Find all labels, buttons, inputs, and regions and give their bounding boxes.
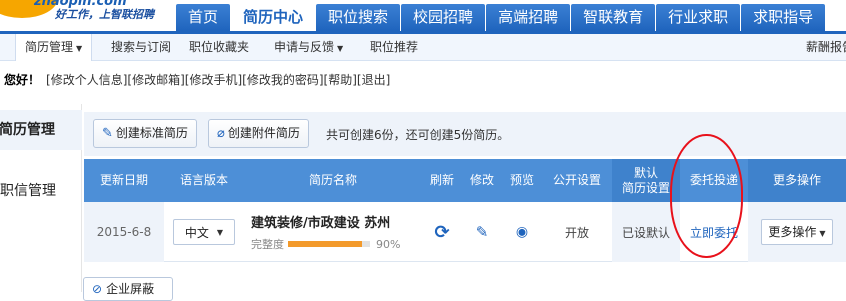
greeting: 您好！ — [4, 73, 41, 87]
cell-refresh: ⟳ — [422, 202, 462, 262]
language-select[interactable]: 中文 ▼ — [173, 219, 235, 245]
company-block-button[interactable]: ⊘ 企业屏蔽 — [83, 277, 173, 301]
main-nav-tabs: 首页 简历中心 职位搜索 校园招聘 高端招聘 智联教育 行业求职 求职指导 — [176, 4, 826, 31]
subnav-favorites[interactable]: 职位收藏夹 — [189, 34, 249, 60]
nav-tab-guidance[interactable]: 求职指导 — [741, 4, 826, 31]
link-help[interactable]: [帮助] — [324, 73, 357, 87]
sidebar-item-letters[interactable]: 职信管理 — [0, 180, 56, 200]
col-visibility: 公开设置 — [552, 173, 601, 187]
refresh-icon[interactable]: ⟳ — [434, 222, 449, 243]
more-actions-label: 更多操作 — [768, 225, 817, 239]
subnav-search-subscribe[interactable]: 搜索与订阅 — [111, 34, 171, 60]
col-more-actions: 更多操作 — [748, 159, 846, 202]
nav-tab-resume-center[interactable]: 简历中心 — [231, 4, 316, 31]
col-preview: 预览 — [509, 173, 534, 187]
link-edit-email[interactable]: [修改邮箱] — [127, 73, 184, 87]
logo-area: zhaopin.com 好工作，上智联招聘 — [0, 0, 178, 31]
pencil-icon: ✎ — [102, 126, 113, 141]
edit-icon[interactable]: ✎ — [476, 223, 489, 241]
nav-tab-high-end[interactable]: 高端招聘 — [486, 4, 571, 31]
left-sidebar: 简历管理 职信管理 — [0, 104, 82, 292]
nav-tab-education[interactable]: 智联教育 — [571, 4, 656, 31]
sub-navigation: 简历管理▼ 搜索与订阅 职位收藏夹 申请与反馈▼ 职位推荐 薪酬报告 — [0, 31, 846, 61]
chevron-down-icon: ▼ — [216, 227, 224, 237]
table-row: 2015-6-8 中文 ▼ 建筑装修/市政建设 苏州 完整度 90% ⟳ ✎ ◉ … — [84, 202, 846, 262]
create-attachment-resume-label: 创建附件简历 — [227, 126, 300, 140]
company-block-label: 企业屏蔽 — [106, 282, 155, 296]
cell-edit: ✎ — [462, 202, 502, 262]
more-actions-button[interactable]: 更多操作 ▼ — [761, 219, 833, 245]
nav-tab-campus[interactable]: 校园招聘 — [401, 4, 486, 31]
block-icon: ⊘ — [92, 282, 103, 296]
resume-table-header: 更新日期 语言版本 简历名称 刷新 修改 预览 公开设置 默认 简历设置 委托投… — [84, 159, 846, 202]
resume-quota-note: 共可创建6份，还可创建5份简历。 — [326, 128, 510, 142]
subnav-applications[interactable]: 申请与反馈 ▼ — [274, 34, 343, 60]
chevron-down-icon: ▼ — [337, 44, 344, 53]
create-standard-resume-label: 创建标准简历 — [115, 126, 188, 140]
link-edit-profile[interactable]: [修改个人信息] — [46, 73, 127, 87]
top-navigation: zhaopin.com 好工作，上智联招聘 首页 简历中心 职位搜索 校园招聘 … — [0, 0, 846, 31]
completeness-label: 完整度 — [251, 238, 284, 251]
slogan: 好工作，上智联招聘 — [55, 8, 154, 21]
col-edit: 修改 — [469, 173, 494, 187]
chevron-down-icon: ▼ — [819, 229, 826, 238]
user-links: 您好！ [修改个人信息][修改邮箱][修改手机][修改我的密码][帮助][退出] — [4, 71, 390, 89]
col-default-setting: 默认 简历设置 — [612, 159, 680, 202]
entrust-now-link[interactable]: 立即委托 — [680, 202, 748, 262]
action-bar: ✎ 创建标准简历 ⌀ 创建附件简历 共可创建6份，还可创建5份简历。 — [84, 112, 846, 156]
subnav-resume-manage[interactable]: 简历管理 ▼ — [15, 34, 93, 61]
completeness: 完整度 90% — [251, 236, 400, 252]
completeness-bar-fill — [288, 241, 362, 247]
subnav-recommend[interactable]: 职位推荐 — [370, 34, 418, 60]
cell-preview: ◉ — [502, 202, 542, 262]
chevron-down-icon: ▼ — [76, 44, 83, 53]
nav-tab-job-search[interactable]: 职位搜索 — [316, 4, 401, 31]
link-edit-password[interactable]: [修改我的密码] — [242, 73, 323, 87]
create-attachment-resume-button[interactable]: ⌀ 创建附件简历 — [208, 119, 309, 148]
cell-resume-name: 建筑装修/市政建设 苏州 完整度 90% — [244, 202, 422, 262]
col-entrust: 委托投递 — [689, 173, 738, 187]
cell-default-setting[interactable]: 已设默认 — [612, 202, 680, 262]
cell-visibility[interactable]: 开放 — [542, 202, 612, 262]
subnav-resume-manage-label: 简历管理 — [25, 40, 74, 54]
col-refresh: 刷新 — [429, 173, 454, 187]
link-edit-phone[interactable]: [修改手机] — [185, 73, 242, 87]
cell-language: 中文 ▼ — [164, 202, 244, 262]
language-select-value: 中文 — [184, 225, 209, 240]
cell-update-date: 2015-6-8 — [84, 202, 164, 262]
sidebar-item-resume-manage[interactable]: 简历管理 — [0, 110, 82, 150]
nav-tab-home[interactable]: 首页 — [176, 4, 231, 31]
cell-more-actions: 更多操作 ▼ — [748, 202, 846, 262]
subnav-applications-label: 申请与反馈 — [274, 40, 335, 54]
create-standard-resume-button[interactable]: ✎ 创建标准简历 — [93, 119, 197, 148]
resume-name-link[interactable]: 建筑装修/市政建设 苏州 — [251, 212, 390, 231]
subnav-salary-report[interactable]: 薪酬报告 — [806, 34, 846, 60]
link-logout[interactable]: [退出] — [357, 73, 390, 87]
completeness-percent: 90% — [376, 237, 401, 251]
col-language: 语言版本 — [179, 173, 228, 187]
col-update-date: 更新日期 — [99, 173, 148, 187]
completeness-bar — [288, 241, 370, 247]
eye-icon[interactable]: ◉ — [516, 224, 528, 240]
nav-tab-industry[interactable]: 行业求职 — [656, 4, 741, 31]
col-resume-name: 简历名称 — [308, 173, 357, 187]
paperclip-icon: ⌀ — [217, 126, 225, 141]
